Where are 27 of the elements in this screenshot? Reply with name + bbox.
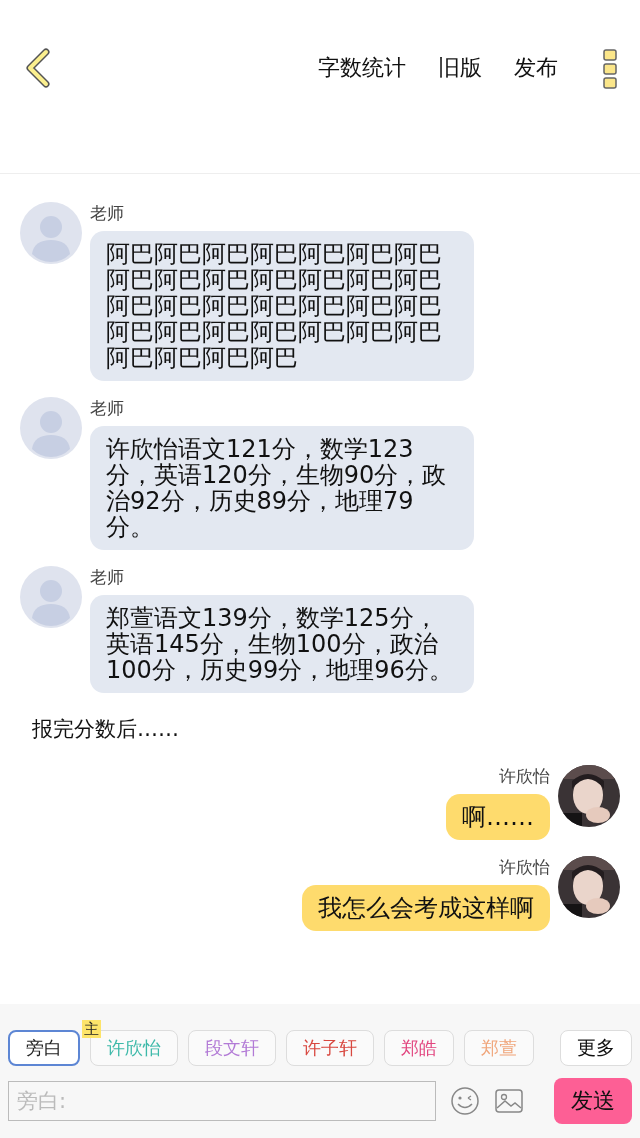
role-chip[interactable]: 许子轩: [286, 1030, 374, 1066]
sender-name: 许欣怡: [499, 856, 550, 879]
send-button[interactable]: 发送: [554, 1078, 632, 1124]
message-bubble: 我怎么会考成这样啊: [302, 885, 550, 931]
more-button[interactable]: 更多: [560, 1030, 632, 1066]
sender-name: 许欣怡: [499, 765, 550, 788]
emoji-icon[interactable]: [450, 1086, 480, 1116]
message-bubble: 许欣怡语文121分，数学123分，英语120分，生物90分，政治92分，历史89分，地理79分。: [90, 426, 474, 550]
message-bubble: 郑萱语文139分，数学125分，英语145分，生物100分，政治100分，历史99分，地理96分。: [90, 595, 474, 693]
header-action[interactable]: 发布: [514, 48, 558, 88]
message-bubble: 啊……: [446, 794, 550, 840]
sender-name: 老师: [90, 566, 124, 589]
avatar-icon: [20, 397, 82, 459]
avatar-icon: [20, 566, 82, 628]
sender-name: 老师: [90, 202, 124, 225]
sender-name: 老师: [90, 397, 124, 420]
header-action[interactable]: 字数统计: [318, 48, 406, 88]
role-chip[interactable]: 郑皓: [384, 1030, 454, 1066]
main-badge: 主: [82, 1020, 101, 1038]
message-bubble: 阿巴阿巴阿巴阿巴阿巴阿巴阿巴阿巴阿巴阿巴阿巴阿巴阿巴阿巴阿巴阿巴阿巴阿巴阿巴阿巴阿巴阿巴阿巴阿巴阿巴阿巴阿巴阿巴阿巴阿巴阿巴阿巴: [90, 231, 474, 381]
header-action[interactable]: 旧版: [438, 48, 482, 88]
more-icon[interactable]: [602, 48, 618, 90]
avatar-icon: [20, 202, 82, 264]
narration-text: 报完分数后……: [31, 716, 180, 743]
image-icon[interactable]: [494, 1086, 524, 1116]
input-field[interactable]: 旁白:: [8, 1081, 436, 1121]
role-chip[interactable]: 旁白: [8, 1030, 80, 1066]
